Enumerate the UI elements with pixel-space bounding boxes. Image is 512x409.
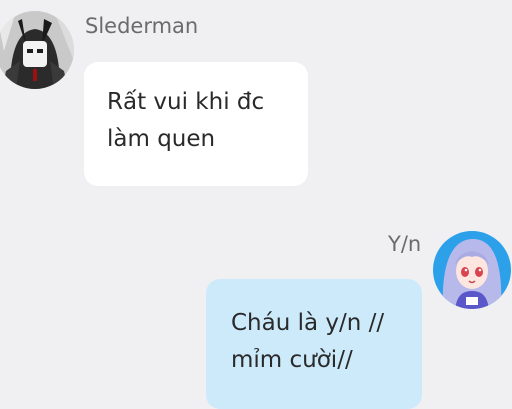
yn-avatar-icon[interactable] [433,231,511,309]
message-text-line: làm quen [107,126,216,152]
sender-name-slederman: Slederman [85,14,199,38]
message-bubble-outgoing[interactable]: Cháu là y/n // mỉm cười// [206,279,422,409]
slederman-avatar-icon[interactable] [0,11,74,89]
message-text-line: mỉm cười// [231,347,353,373]
message-text-line: Rất vui khi đc [107,89,265,115]
message-text-line: Cháu là y/n // [231,310,385,336]
message-bubble-incoming[interactable]: Rất vui khi đc làm quen [84,62,308,186]
sender-name-yn: Y/n [388,232,422,256]
